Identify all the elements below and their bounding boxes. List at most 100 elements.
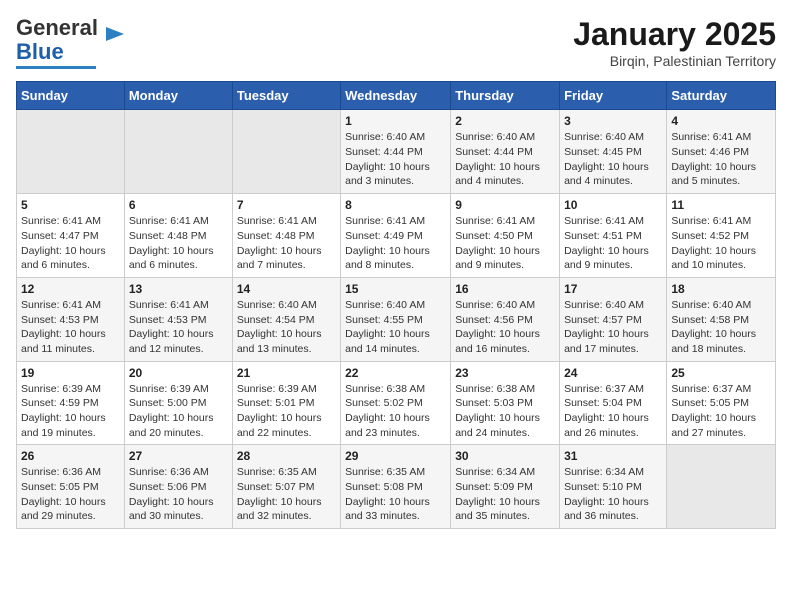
- day-info: Sunrise: 6:39 AM Sunset: 5:01 PM Dayligh…: [237, 382, 336, 441]
- sunset-text: Sunset: 5:01 PM: [237, 397, 315, 409]
- day-number: 22: [345, 366, 446, 380]
- sunrise-text: Sunrise: 6:41 AM: [129, 299, 209, 311]
- calendar-cell: 4 Sunrise: 6:41 AM Sunset: 4:46 PM Dayli…: [667, 110, 776, 194]
- day-number: 17: [564, 282, 662, 296]
- sunrise-text: Sunrise: 6:37 AM: [671, 383, 751, 395]
- sunrise-text: Sunrise: 6:40 AM: [671, 299, 751, 311]
- calendar-cell: 29 Sunrise: 6:35 AM Sunset: 5:08 PM Dayl…: [341, 445, 451, 529]
- day-number: 21: [237, 366, 336, 380]
- daylight-text: Daylight: 10 hours and 17 minutes.: [564, 328, 649, 355]
- sunrise-text: Sunrise: 6:41 AM: [671, 131, 751, 143]
- calendar-cell: 23 Sunrise: 6:38 AM Sunset: 5:03 PM Dayl…: [451, 361, 560, 445]
- sunset-text: Sunset: 4:47 PM: [21, 230, 99, 242]
- calendar-cell: 20 Sunrise: 6:39 AM Sunset: 5:00 PM Dayl…: [124, 361, 232, 445]
- day-info: Sunrise: 6:37 AM Sunset: 5:04 PM Dayligh…: [564, 382, 662, 441]
- logo-arrow-icon: [104, 23, 126, 45]
- day-number: 28: [237, 449, 336, 463]
- day-number: 2: [455, 114, 555, 128]
- day-number: 12: [21, 282, 120, 296]
- sunrise-text: Sunrise: 6:41 AM: [237, 215, 317, 227]
- daylight-text: Daylight: 10 hours and 9 minutes.: [564, 245, 649, 272]
- sunrise-text: Sunrise: 6:41 AM: [21, 299, 101, 311]
- sunrise-text: Sunrise: 6:40 AM: [564, 131, 644, 143]
- day-info: Sunrise: 6:34 AM Sunset: 5:10 PM Dayligh…: [564, 465, 662, 524]
- daylight-text: Daylight: 10 hours and 11 minutes.: [21, 328, 106, 355]
- daylight-text: Daylight: 10 hours and 19 minutes.: [21, 412, 106, 439]
- sunset-text: Sunset: 5:03 PM: [455, 397, 533, 409]
- daylight-text: Daylight: 10 hours and 24 minutes.: [455, 412, 540, 439]
- calendar-cell: 15 Sunrise: 6:40 AM Sunset: 4:55 PM Dayl…: [341, 277, 451, 361]
- day-info: Sunrise: 6:38 AM Sunset: 5:03 PM Dayligh…: [455, 382, 555, 441]
- day-number: 18: [671, 282, 771, 296]
- day-info: Sunrise: 6:41 AM Sunset: 4:53 PM Dayligh…: [21, 298, 120, 357]
- sunrise-text: Sunrise: 6:36 AM: [21, 466, 101, 478]
- calendar-header-row: SundayMondayTuesdayWednesdayThursdayFrid…: [17, 82, 776, 110]
- sunset-text: Sunset: 4:57 PM: [564, 314, 642, 326]
- day-number: 27: [129, 449, 228, 463]
- calendar-cell: 13 Sunrise: 6:41 AM Sunset: 4:53 PM Dayl…: [124, 277, 232, 361]
- sunrise-text: Sunrise: 6:40 AM: [237, 299, 317, 311]
- sunrise-text: Sunrise: 6:41 AM: [21, 215, 101, 227]
- sunrise-text: Sunrise: 6:41 AM: [345, 215, 425, 227]
- day-info: Sunrise: 6:40 AM Sunset: 4:55 PM Dayligh…: [345, 298, 446, 357]
- sunset-text: Sunset: 4:48 PM: [237, 230, 315, 242]
- calendar-cell: 9 Sunrise: 6:41 AM Sunset: 4:50 PM Dayli…: [451, 194, 560, 278]
- day-number: 16: [455, 282, 555, 296]
- day-info: Sunrise: 6:41 AM Sunset: 4:52 PM Dayligh…: [671, 214, 771, 273]
- calendar-cell: [232, 110, 340, 194]
- calendar-cell: 22 Sunrise: 6:38 AM Sunset: 5:02 PM Dayl…: [341, 361, 451, 445]
- day-info: Sunrise: 6:39 AM Sunset: 5:00 PM Dayligh…: [129, 382, 228, 441]
- sunset-text: Sunset: 5:05 PM: [671, 397, 749, 409]
- day-number: 8: [345, 198, 446, 212]
- day-number: 26: [21, 449, 120, 463]
- sunrise-text: Sunrise: 6:39 AM: [21, 383, 101, 395]
- header-sunday: Sunday: [17, 82, 125, 110]
- sunset-text: Sunset: 4:48 PM: [129, 230, 207, 242]
- daylight-text: Daylight: 10 hours and 27 minutes.: [671, 412, 756, 439]
- sunset-text: Sunset: 5:00 PM: [129, 397, 207, 409]
- calendar-cell: 2 Sunrise: 6:40 AM Sunset: 4:44 PM Dayli…: [451, 110, 560, 194]
- day-number: 1: [345, 114, 446, 128]
- calendar-cell: 26 Sunrise: 6:36 AM Sunset: 5:05 PM Dayl…: [17, 445, 125, 529]
- sunset-text: Sunset: 4:56 PM: [455, 314, 533, 326]
- daylight-text: Daylight: 10 hours and 33 minutes.: [345, 496, 430, 523]
- daylight-text: Daylight: 10 hours and 5 minutes.: [671, 161, 756, 188]
- calendar-cell: 17 Sunrise: 6:40 AM Sunset: 4:57 PM Dayl…: [560, 277, 667, 361]
- header-saturday: Saturday: [667, 82, 776, 110]
- sunrise-text: Sunrise: 6:34 AM: [564, 466, 644, 478]
- logo: General Blue: [16, 16, 126, 69]
- daylight-text: Daylight: 10 hours and 29 minutes.: [21, 496, 106, 523]
- sunset-text: Sunset: 4:58 PM: [671, 314, 749, 326]
- sunset-text: Sunset: 4:52 PM: [671, 230, 749, 242]
- calendar-cell: 16 Sunrise: 6:40 AM Sunset: 4:56 PM Dayl…: [451, 277, 560, 361]
- day-number: 13: [129, 282, 228, 296]
- day-info: Sunrise: 6:35 AM Sunset: 5:07 PM Dayligh…: [237, 465, 336, 524]
- sunrise-text: Sunrise: 6:36 AM: [129, 466, 209, 478]
- header-friday: Friday: [560, 82, 667, 110]
- day-info: Sunrise: 6:35 AM Sunset: 5:08 PM Dayligh…: [345, 465, 446, 524]
- title-block: January 2025 Birqin, Palestinian Territo…: [573, 16, 776, 69]
- calendar-cell: 31 Sunrise: 6:34 AM Sunset: 5:10 PM Dayl…: [560, 445, 667, 529]
- calendar-cell: 21 Sunrise: 6:39 AM Sunset: 5:01 PM Dayl…: [232, 361, 340, 445]
- day-number: 19: [21, 366, 120, 380]
- sunrise-text: Sunrise: 6:39 AM: [237, 383, 317, 395]
- sunrise-text: Sunrise: 6:38 AM: [345, 383, 425, 395]
- sunset-text: Sunset: 5:07 PM: [237, 481, 315, 493]
- day-number: 11: [671, 198, 771, 212]
- daylight-text: Daylight: 10 hours and 3 minutes.: [345, 161, 430, 188]
- header-thursday: Thursday: [451, 82, 560, 110]
- day-info: Sunrise: 6:36 AM Sunset: 5:05 PM Dayligh…: [21, 465, 120, 524]
- day-info: Sunrise: 6:38 AM Sunset: 5:02 PM Dayligh…: [345, 382, 446, 441]
- calendar-cell: [124, 110, 232, 194]
- sunrise-text: Sunrise: 6:34 AM: [455, 466, 535, 478]
- calendar-cell: 7 Sunrise: 6:41 AM Sunset: 4:48 PM Dayli…: [232, 194, 340, 278]
- calendar-cell: 8 Sunrise: 6:41 AM Sunset: 4:49 PM Dayli…: [341, 194, 451, 278]
- sunrise-text: Sunrise: 6:40 AM: [455, 131, 535, 143]
- sunset-text: Sunset: 4:53 PM: [21, 314, 99, 326]
- day-number: 14: [237, 282, 336, 296]
- logo-general: General: [16, 15, 98, 40]
- logo-underline: [16, 66, 96, 69]
- calendar-cell: 25 Sunrise: 6:37 AM Sunset: 5:05 PM Dayl…: [667, 361, 776, 445]
- daylight-text: Daylight: 10 hours and 4 minutes.: [564, 161, 649, 188]
- sunset-text: Sunset: 5:10 PM: [564, 481, 642, 493]
